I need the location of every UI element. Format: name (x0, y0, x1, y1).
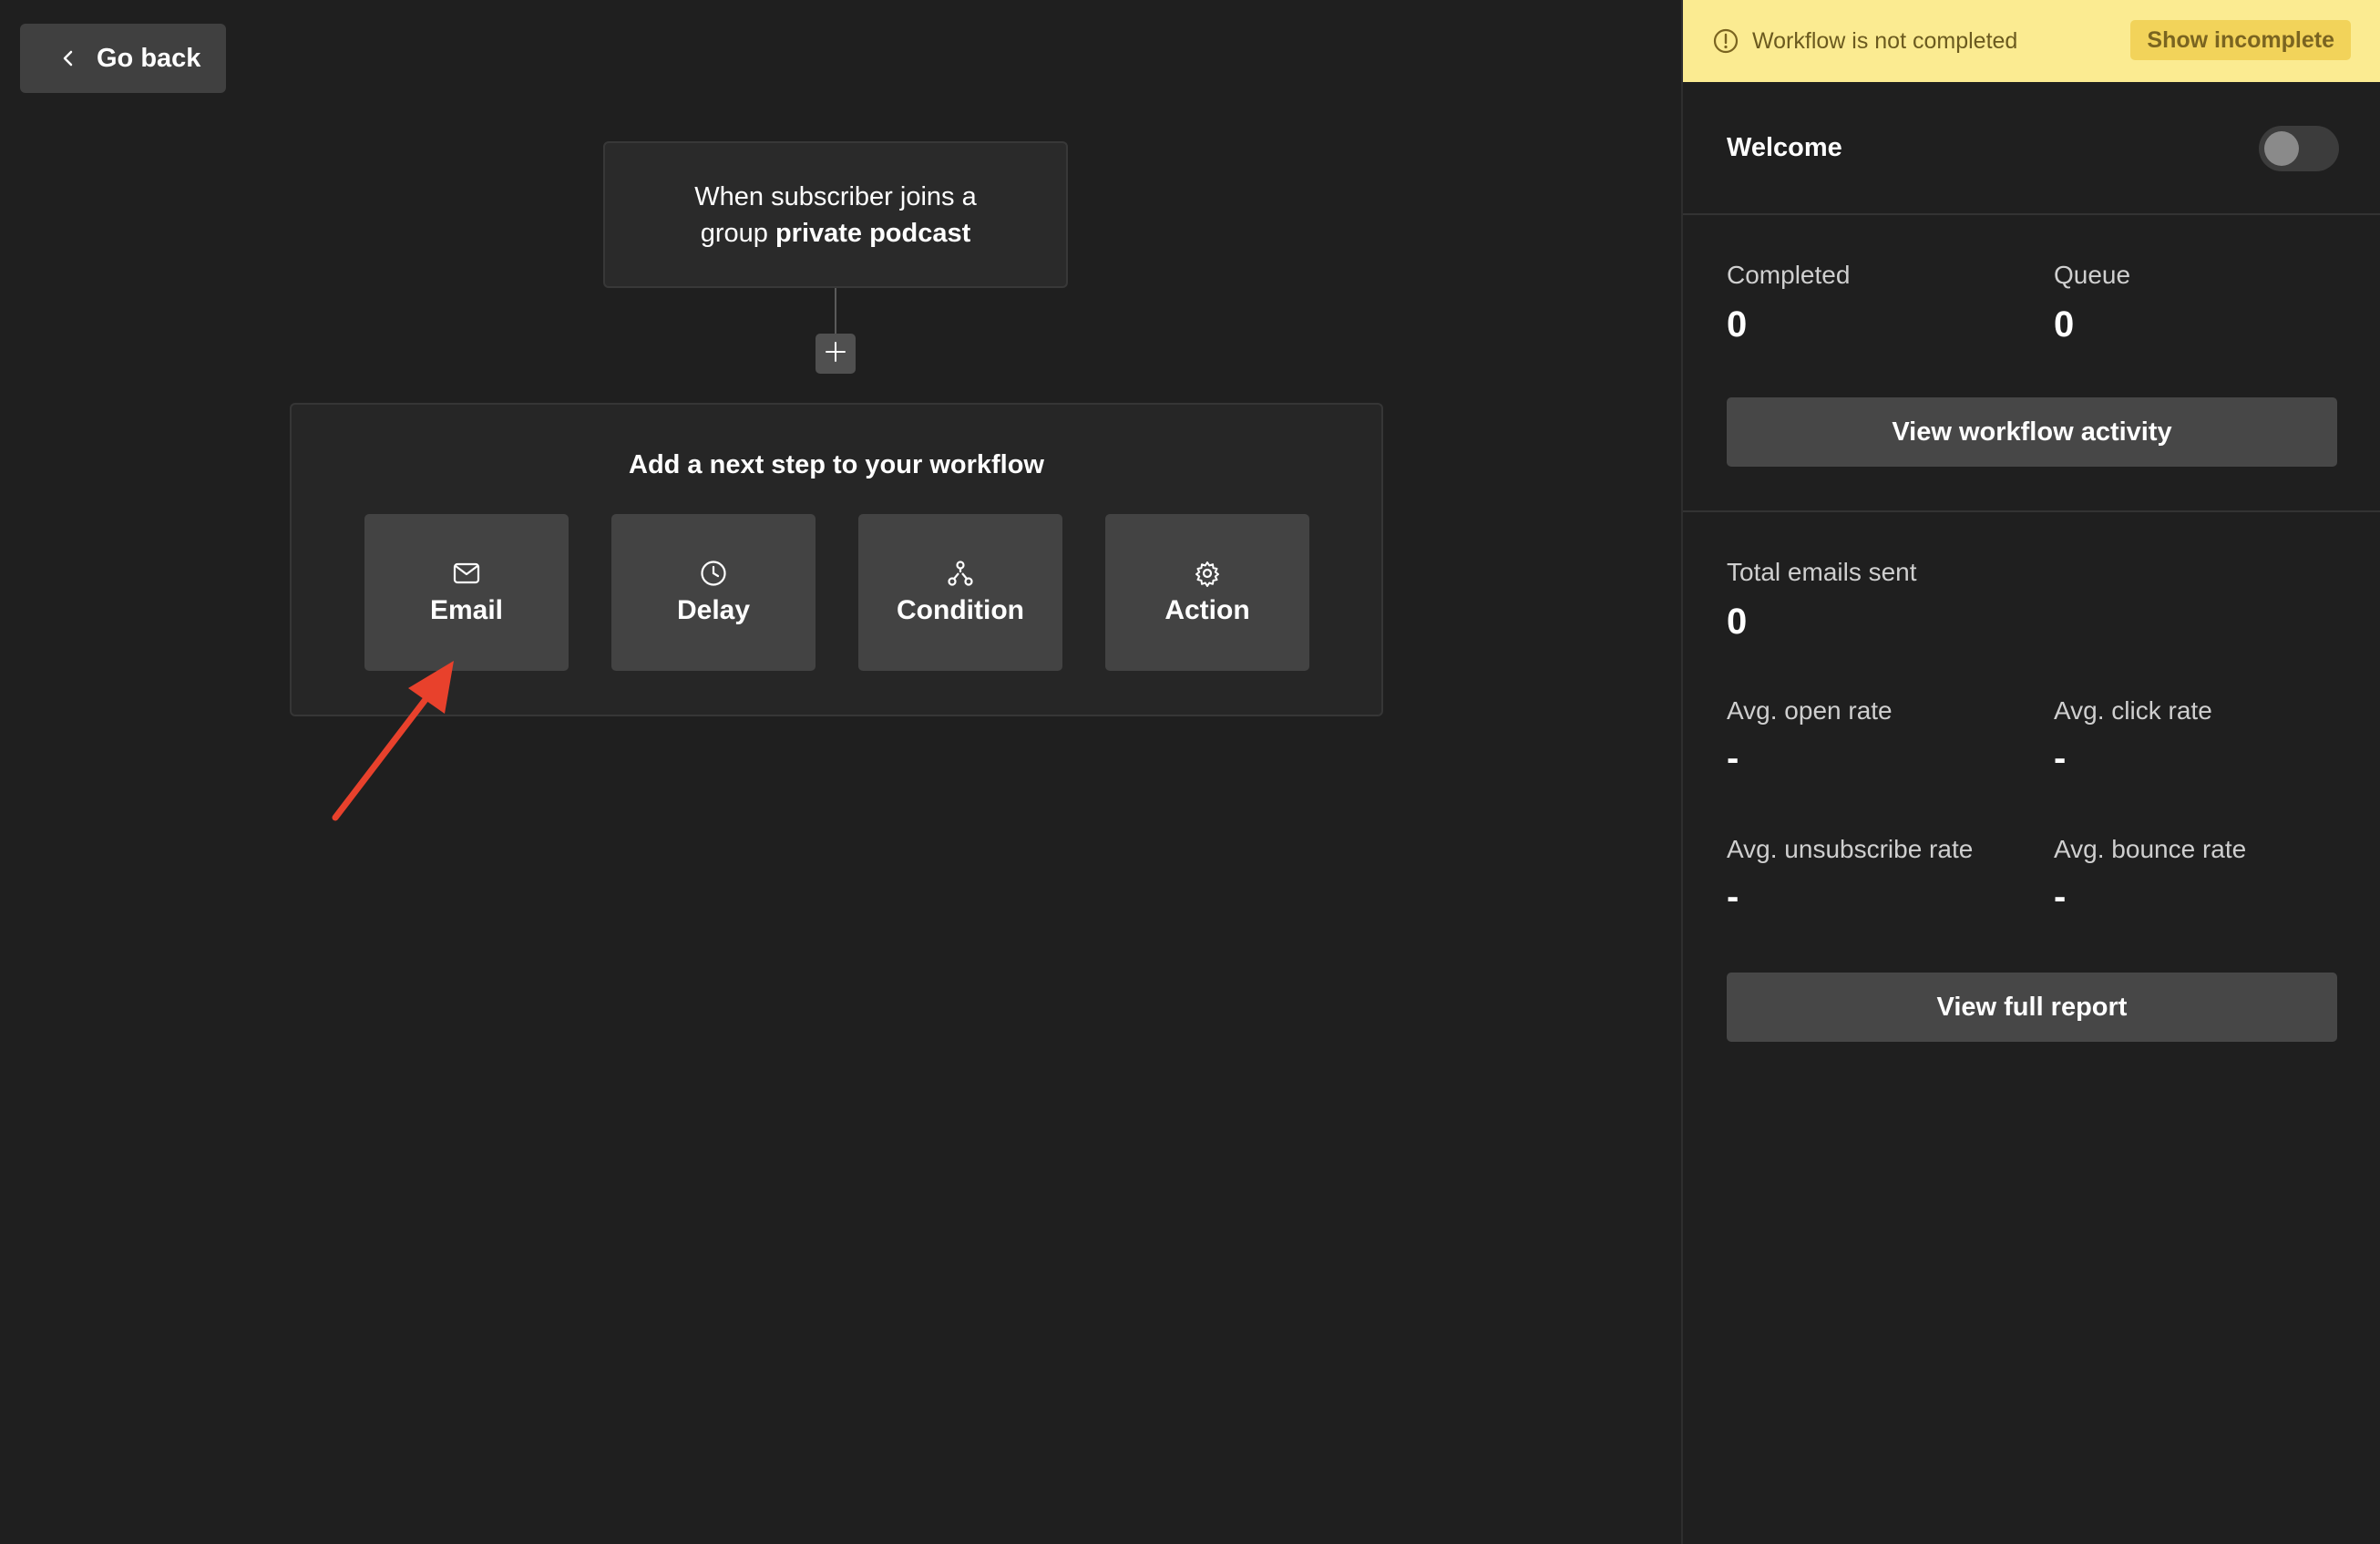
trigger-text: When subscriber joins a group private po… (681, 179, 990, 252)
banner-text: Workflow is not completed (1752, 27, 2018, 54)
trigger-node[interactable]: When subscriber joins a group private po… (603, 141, 1068, 288)
delay-step-label: Delay (676, 595, 751, 625)
completed-label: Completed (1727, 261, 1851, 289)
email-step-button[interactable]: Email (364, 514, 569, 671)
bounce-rate-label: Avg. bounce rate (2054, 835, 2247, 863)
gear-icon (1193, 559, 1222, 588)
workflow-name: Welcome (1727, 133, 1842, 162)
action-step-button[interactable]: Action (1105, 514, 1309, 671)
workflow-canvas: Go back When subscriber joins a group pr… (0, 0, 1681, 1544)
mail-icon (452, 559, 481, 588)
total-emails-value: 0 (1727, 602, 1748, 642)
email-step-label: Email (429, 595, 504, 625)
annotation-arrow (332, 661, 454, 821)
connector-line (835, 288, 836, 334)
view-workflow-activity-button[interactable]: View workflow activity (1727, 397, 2337, 467)
toggle-knob (2264, 131, 2299, 166)
trigger-group-name: private podcast (775, 218, 971, 248)
open-rate-value: - (1727, 738, 1739, 778)
open-rate-label: Avg. open rate (1727, 696, 1893, 725)
show-incomplete-button[interactable]: Show incomplete (2130, 20, 2351, 60)
completed-value: 0 (1727, 304, 1748, 345)
bounce-rate-value: - (2054, 877, 2067, 917)
chevron-left-icon (58, 48, 78, 68)
action-step-label: Action (1164, 595, 1250, 625)
email-stats-section: Total emails sent 0 Avg. open rate - Avg… (1683, 512, 2380, 1059)
condition-step-label: Condition (897, 595, 1024, 625)
incomplete-banner: Workflow is not completed Show incomplet… (1683, 0, 2380, 82)
workflow-active-toggle[interactable] (2259, 126, 2339, 171)
go-back-label: Go back (97, 43, 201, 73)
click-rate-value: - (2054, 738, 2067, 778)
plus-icon (824, 340, 847, 368)
branch-icon (946, 559, 975, 588)
queue-stats-section: Completed 0 Queue 0 View workflow activi… (1683, 215, 2380, 512)
next-step-title: Add a next step to your workflow (629, 450, 1044, 479)
clock-icon (699, 559, 728, 588)
add-step-button[interactable] (816, 334, 856, 374)
click-rate-label: Avg. click rate (2054, 696, 2212, 725)
total-emails-label: Total emails sent (1727, 558, 1917, 586)
delay-step-button[interactable]: Delay (611, 514, 816, 671)
queue-label: Queue (2054, 261, 2131, 289)
alert-circle-icon (1712, 27, 1739, 55)
unsubscribe-rate-value: - (1727, 877, 1739, 917)
condition-step-button[interactable]: Condition (858, 514, 1062, 671)
queue-value: 0 (2054, 304, 2075, 345)
view-full-report-button[interactable]: View full report (1727, 973, 2337, 1042)
go-back-button[interactable]: Go back (20, 24, 226, 93)
workflow-sidebar: Workflow is not completed Show incomplet… (1681, 0, 2380, 1544)
unsubscribe-rate-label: Avg. unsubscribe rate (1727, 835, 1974, 863)
